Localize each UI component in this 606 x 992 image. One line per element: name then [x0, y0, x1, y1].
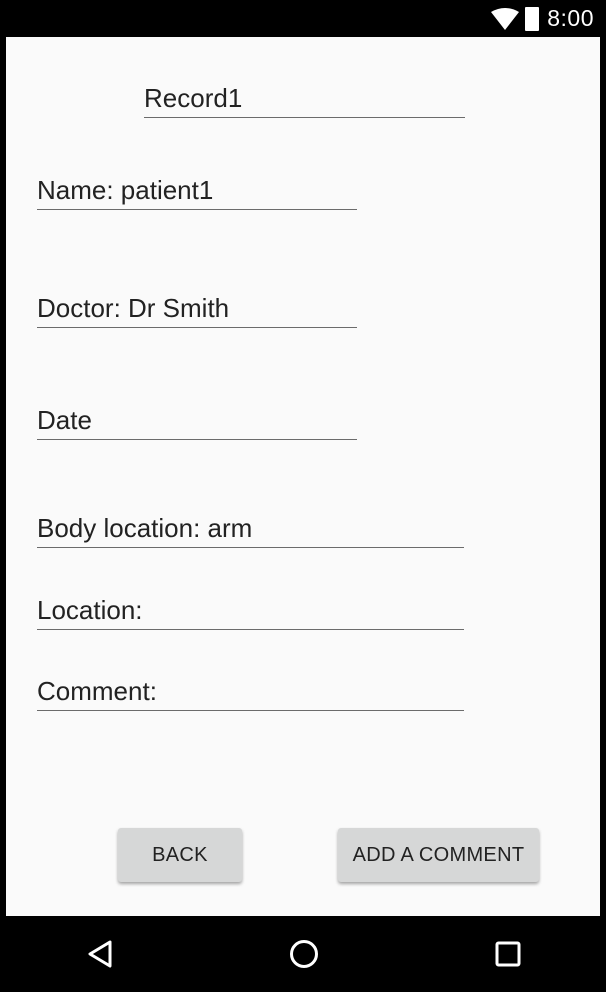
doctor-field[interactable]: Doctor: Dr Smith [37, 291, 357, 328]
record-title-field[interactable]: Record1 [144, 81, 465, 118]
location-field[interactable]: Location: [37, 593, 464, 630]
date-field[interactable]: Date [37, 403, 357, 440]
status-clock: 8:00 [547, 5, 594, 31]
status-icons: 8:00 [491, 0, 594, 37]
comment-field[interactable]: Comment: [37, 674, 464, 711]
navigation-bar [6, 916, 600, 992]
patient-name-field[interactable]: Name: patient1 [37, 173, 357, 210]
record-screen: Record1 Name: patient1 Doctor: Dr Smith … [6, 37, 600, 916]
add-comment-button[interactable]: ADD A COMMENT [338, 828, 539, 882]
recents-icon[interactable] [488, 934, 528, 974]
body-location-field[interactable]: Body location: arm [37, 511, 464, 548]
wifi-icon [491, 7, 520, 30]
home-icon[interactable] [284, 934, 324, 974]
back-button[interactable]: BACK [118, 828, 242, 882]
battery-icon [525, 6, 540, 31]
status-bar: 8:00 [6, 0, 600, 37]
back-icon[interactable] [80, 934, 120, 974]
